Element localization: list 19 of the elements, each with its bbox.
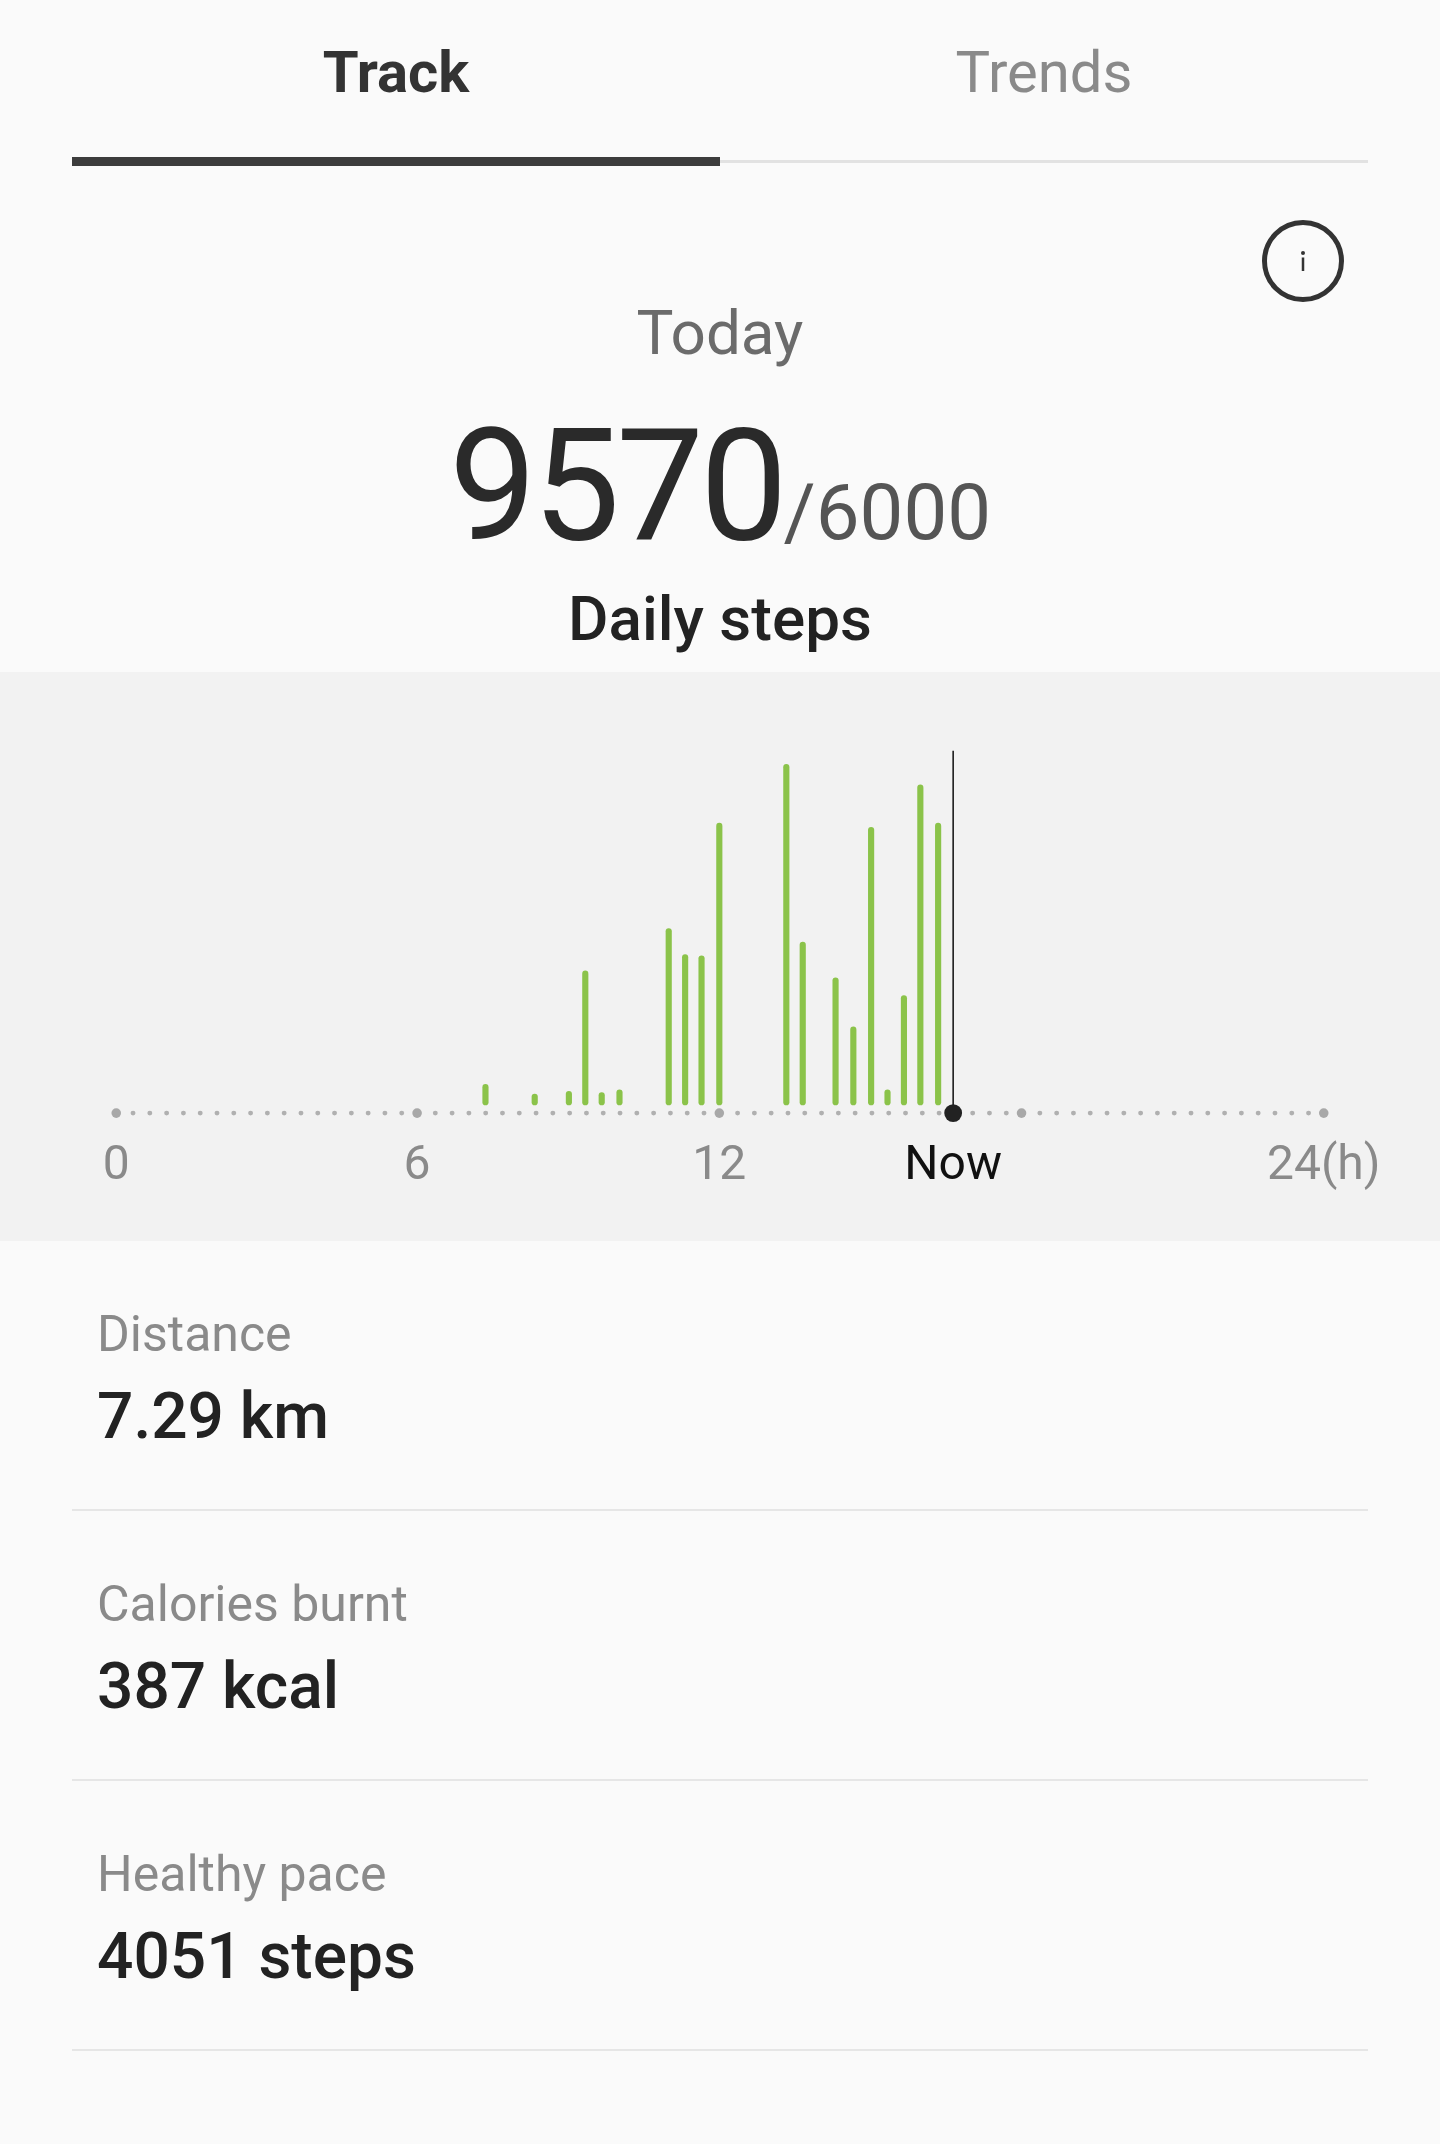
tab[interactable]: Track <box>72 0 720 166</box>
step-bar <box>531 1093 538 1106</box>
stat-label: Distance <box>97 1309 293 1359</box>
stat-value: 387 kcal <box>97 1655 340 1719</box>
info-icon[interactable] <box>1262 220 1344 302</box>
axis-label: Now <box>904 1139 1002 1187</box>
step-bar <box>482 1084 489 1106</box>
step-bar <box>598 1092 605 1106</box>
axis-label: 0 <box>102 1139 130 1187</box>
step-bar <box>565 1090 572 1106</box>
step-goal: /6000 <box>783 474 992 552</box>
axis-label: 12 <box>692 1139 747 1187</box>
stat-value: 4051 steps <box>97 1925 417 1989</box>
step-bar <box>884 1089 891 1106</box>
stat-label: Calories burnt <box>97 1579 409 1629</box>
stat-value: 7.29 km <box>97 1385 330 1449</box>
step-count: 9570 <box>448 408 784 564</box>
step-bar <box>616 1089 623 1106</box>
axis-label: 6 <box>403 1139 431 1187</box>
